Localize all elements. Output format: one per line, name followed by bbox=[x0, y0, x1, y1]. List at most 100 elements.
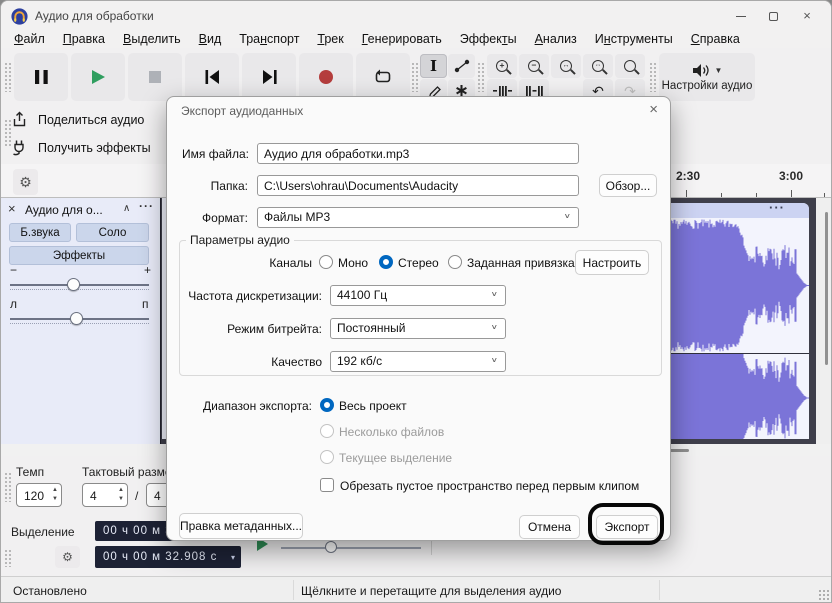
pause-button[interactable] bbox=[14, 53, 68, 101]
dialog-title: Экспорт аудиоданных bbox=[181, 104, 304, 118]
loop-button[interactable] bbox=[356, 53, 410, 101]
window-title: Аудио для обработки bbox=[35, 9, 154, 23]
stereo-radio[interactable] bbox=[379, 255, 393, 269]
browse-button[interactable]: Обзор... bbox=[599, 174, 657, 197]
audio-options-legend: Параметры аудио bbox=[190, 233, 290, 247]
resize-grip[interactable] bbox=[818, 589, 830, 601]
pan-slider-thumb[interactable] bbox=[70, 312, 83, 325]
configure-button[interactable]: Настроить bbox=[575, 250, 649, 275]
menu-transport[interactable]: Транспорт bbox=[230, 31, 308, 48]
close-button[interactable]: × bbox=[792, 5, 822, 27]
menu-tracks[interactable]: Трек bbox=[308, 31, 352, 48]
filename-input[interactable] bbox=[257, 143, 579, 164]
statusbar-divider bbox=[659, 580, 660, 600]
menu-effects[interactable]: Эффекты bbox=[451, 31, 526, 48]
play-button[interactable] bbox=[71, 53, 125, 101]
minimize-button[interactable] bbox=[726, 5, 756, 27]
solo-button[interactable]: Соло bbox=[76, 223, 149, 242]
current-selection-radio[interactable] bbox=[320, 450, 334, 464]
audio-setup-button[interactable]: ▼ Настройки аудио bbox=[659, 53, 755, 101]
cancel-button[interactable]: Отмена bbox=[519, 515, 580, 539]
menu-select[interactable]: Выделить bbox=[114, 31, 190, 48]
timeline-options-button[interactable]: ⚙ bbox=[13, 169, 38, 195]
format-select[interactable]: Файлы MP3 ∨ bbox=[257, 207, 579, 228]
track-collapse-icon[interactable]: ∧ bbox=[123, 203, 130, 214]
vertical-scrollbar-thumb[interactable] bbox=[825, 212, 828, 365]
pan-right-label: п bbox=[142, 297, 149, 311]
share-audio-button[interactable]: Поделиться аудио bbox=[11, 106, 163, 133]
folder-input[interactable] bbox=[257, 175, 579, 196]
pause-icon bbox=[34, 70, 48, 84]
menu-edit[interactable]: Правка bbox=[54, 31, 114, 48]
ruler-tick bbox=[791, 190, 792, 197]
format-label: Формат: bbox=[202, 211, 248, 225]
custom-mapping-radio[interactable] bbox=[448, 255, 462, 269]
horizontal-scrollbar-thumb[interactable] bbox=[669, 449, 689, 452]
share-audio-label: Поделиться аудио bbox=[38, 112, 145, 127]
spinner-arrows-icon[interactable]: ▲▼ bbox=[52, 486, 58, 504]
track-effects-button[interactable]: Эффекты bbox=[9, 246, 149, 265]
zoom-toggle-button[interactable] bbox=[615, 54, 645, 78]
mono-label: Моно bbox=[338, 256, 369, 270]
time-signature-upper-spinner[interactable]: 4 ▲ ▼ bbox=[82, 483, 128, 507]
toolbar-grip[interactable] bbox=[4, 549, 11, 567]
clip-menu-icon[interactable]: ··· bbox=[769, 203, 785, 215]
ruler-label: 2:30 bbox=[676, 169, 701, 183]
ruler-tick bbox=[824, 193, 825, 197]
tempo-spinner[interactable]: 120 ▲ ▼ bbox=[16, 483, 62, 507]
menu-tools[interactable]: Инструменты bbox=[586, 31, 682, 48]
menu-view[interactable]: Вид bbox=[190, 31, 231, 48]
multiple-files-radio[interactable] bbox=[320, 424, 334, 438]
zoom-out-button[interactable]: − bbox=[519, 54, 549, 78]
envelope-tool-button[interactable] bbox=[448, 54, 475, 78]
fit-project-icon: ⇔ bbox=[592, 60, 604, 72]
toolbar-grip[interactable] bbox=[4, 472, 11, 502]
skip-to-end-button[interactable] bbox=[242, 53, 296, 101]
skip-to-start-button[interactable] bbox=[185, 53, 239, 101]
sample-rate-select[interactable]: 44100 Гц ∨ bbox=[330, 285, 506, 306]
gain-slider-thumb[interactable] bbox=[67, 278, 80, 291]
toolbar-grip[interactable] bbox=[4, 62, 11, 92]
get-effects-button[interactable]: Получить эффекты bbox=[11, 134, 163, 161]
loop-icon bbox=[375, 69, 391, 82]
play-icon bbox=[92, 70, 105, 84]
menu-file[interactable]: Файл bbox=[5, 31, 54, 48]
vertical-scrollbar[interactable] bbox=[816, 198, 831, 444]
selection-options-button[interactable]: ⚙ bbox=[55, 546, 80, 568]
zoom-in-button[interactable]: + bbox=[487, 54, 517, 78]
mute-button[interactable]: Б.звука bbox=[9, 223, 71, 242]
fit-selection-button[interactable]: ↔ bbox=[551, 54, 581, 78]
fit-project-button[interactable]: ⇔ bbox=[583, 54, 613, 78]
whole-project-radio[interactable] bbox=[320, 398, 334, 412]
toolbar-grip[interactable] bbox=[649, 62, 656, 92]
time-signature-separator: / bbox=[135, 489, 139, 503]
trim-blank-space-checkbox[interactable] bbox=[320, 478, 334, 492]
toolbar-grip[interactable] bbox=[4, 119, 11, 147]
spinner-arrows-icon[interactable]: ▲▼ bbox=[118, 486, 124, 504]
menu-generate[interactable]: Генерировать bbox=[353, 31, 451, 48]
bitrate-mode-select[interactable]: Постоянный ∨ bbox=[330, 318, 506, 339]
play-speed-slider-track[interactable] bbox=[281, 547, 421, 549]
toolbar-grip[interactable] bbox=[411, 62, 418, 92]
track-title[interactable]: Аудио для о... bbox=[25, 203, 103, 217]
stop-button[interactable] bbox=[128, 53, 182, 101]
menu-help[interactable]: Справка bbox=[682, 31, 749, 48]
zoom-in-icon: + bbox=[496, 60, 508, 72]
maximize-button[interactable] bbox=[758, 5, 788, 27]
playback-state: Остановлено bbox=[13, 584, 87, 598]
dialog-close-icon[interactable]: × bbox=[649, 101, 658, 118]
track-close-icon[interactable]: × bbox=[8, 201, 16, 216]
toolbar-grip[interactable] bbox=[477, 62, 484, 92]
selection-end-field[interactable]: 00 ч 00 м 32.908 с ▾ bbox=[95, 546, 241, 568]
play-speed-slider-thumb[interactable] bbox=[325, 541, 337, 553]
gear-icon: ⚙ bbox=[19, 173, 32, 190]
selection-tool-button[interactable]: I bbox=[420, 54, 447, 78]
quality-select[interactable]: 192 кб/с ∨ bbox=[330, 351, 506, 372]
chevron-down-icon: ∨ bbox=[563, 212, 571, 221]
record-button[interactable] bbox=[299, 53, 353, 101]
mono-radio[interactable] bbox=[319, 255, 333, 269]
track-menu-icon[interactable]: ··· bbox=[139, 199, 154, 213]
edit-metadata-button[interactable]: Правка метаданных... bbox=[179, 513, 303, 539]
menu-analyze[interactable]: Анализ bbox=[526, 31, 586, 48]
multiple-files-label: Несколько файлов bbox=[339, 425, 445, 439]
